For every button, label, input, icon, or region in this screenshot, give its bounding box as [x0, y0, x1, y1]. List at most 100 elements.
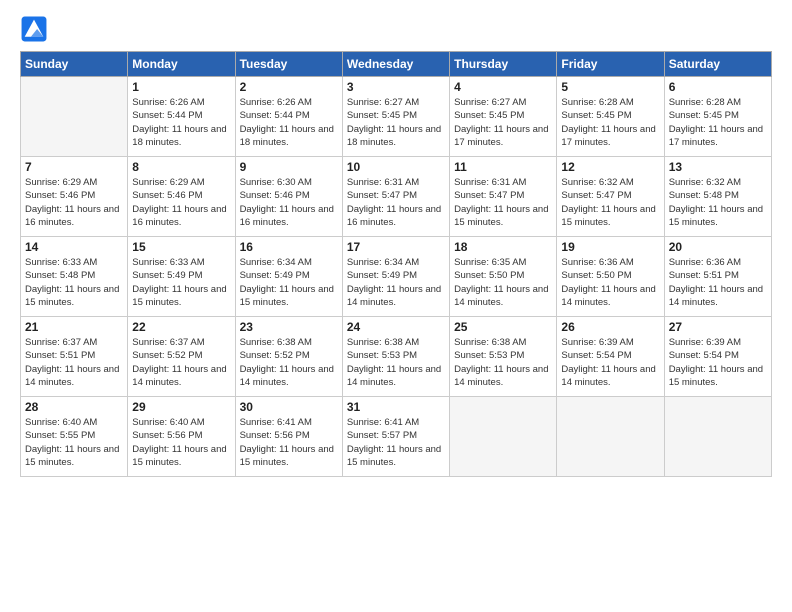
day-number: 2	[240, 80, 338, 94]
calendar-cell: 5Sunrise: 6:28 AMSunset: 5:45 PMDaylight…	[557, 77, 664, 157]
day-number: 9	[240, 160, 338, 174]
cell-text: Sunrise: 6:36 AMSunset: 5:50 PMDaylight:…	[561, 256, 659, 309]
day-number: 31	[347, 400, 445, 414]
cell-text: Sunrise: 6:39 AMSunset: 5:54 PMDaylight:…	[669, 336, 767, 389]
cell-text: Sunrise: 6:32 AMSunset: 5:48 PMDaylight:…	[669, 176, 767, 229]
cell-text: Sunrise: 6:29 AMSunset: 5:46 PMDaylight:…	[132, 176, 230, 229]
calendar-cell: 8 Sunrise: 6:29 AMSunset: 5:46 PMDaylight…	[128, 157, 235, 237]
calendar-cell: 28 Sunrise: 6:40 AMSunset: 5:55 PMDayligh…	[21, 397, 128, 477]
calendar-cell: 4 Sunrise: 6:27 AMSunset: 5:45 PMDaylight…	[450, 77, 557, 157]
day-header: Saturday	[664, 52, 771, 77]
calendar-cell: 19 Sunrise: 6:36 AMSunset: 5:50 PMDayligh…	[557, 237, 664, 317]
calendar-cell: 1Sunrise: 6:26 AMSunset: 5:44 PMDaylight…	[128, 77, 235, 157]
day-number: 8	[132, 160, 230, 174]
cell-text: Sunrise: 6:32 AMSunset: 5:47 PMDaylight:…	[561, 176, 659, 229]
day-number: 17	[347, 240, 445, 254]
calendar: SundayMondayTuesdayWednesdayThursdayFrid…	[20, 51, 772, 477]
calendar-cell: 17 Sunrise: 6:34 AMSunset: 5:49 PMDayligh…	[342, 237, 449, 317]
cell-text: Sunrise: 6:38 AMSunset: 5:53 PMDaylight:…	[347, 336, 445, 389]
calendar-cell: 12 Sunrise: 6:32 AMSunset: 5:47 PMDayligh…	[557, 157, 664, 237]
calendar-cell: 30 Sunrise: 6:41 AMSunset: 5:56 PMDayligh…	[235, 397, 342, 477]
day-number: 19	[561, 240, 659, 254]
cell-text: Sunrise: 6:39 AMSunset: 5:54 PMDaylight:…	[561, 336, 659, 389]
calendar-header-row: SundayMondayTuesdayWednesdayThursdayFrid…	[21, 52, 772, 77]
calendar-cell	[21, 77, 128, 157]
day-number: 14	[25, 240, 123, 254]
day-number: 3	[347, 80, 445, 94]
day-header: Monday	[128, 52, 235, 77]
cell-text: Sunrise: 6:34 AMSunset: 5:49 PMDaylight:…	[347, 256, 445, 309]
calendar-cell: 29 Sunrise: 6:40 AMSunset: 5:56 PMDayligh…	[128, 397, 235, 477]
calendar-cell: 2 Sunrise: 6:26 AMSunset: 5:44 PMDaylight…	[235, 77, 342, 157]
day-number: 15	[132, 240, 230, 254]
calendar-week-row: 21 Sunrise: 6:37 AMSunset: 5:51 PMDayligh…	[21, 317, 772, 397]
calendar-cell: 3Sunrise: 6:27 AMSunset: 5:45 PMDaylight…	[342, 77, 449, 157]
cell-text: Sunrise: 6:35 AMSunset: 5:50 PMDaylight:…	[454, 256, 552, 309]
cell-text: Sunrise: 6:41 AMSunset: 5:57 PMDaylight:…	[347, 416, 445, 469]
page: SundayMondayTuesdayWednesdayThursdayFrid…	[0, 0, 792, 612]
day-header: Thursday	[450, 52, 557, 77]
calendar-cell: 31 Sunrise: 6:41 AMSunset: 5:57 PMDayligh…	[342, 397, 449, 477]
calendar-cell: 20 Sunrise: 6:36 AMSunset: 5:51 PMDayligh…	[664, 237, 771, 317]
calendar-cell: 18 Sunrise: 6:35 AMSunset: 5:50 PMDayligh…	[450, 237, 557, 317]
day-number: 22	[132, 320, 230, 334]
day-number: 11	[454, 160, 552, 174]
day-header: Wednesday	[342, 52, 449, 77]
cell-text: Sunrise: 6:34 AMSunset: 5:49 PMDaylight:…	[240, 256, 338, 309]
cell-text: Sunrise: 6:27 AMSunset: 5:45 PMDaylight:…	[454, 96, 552, 149]
cell-text: Sunrise: 6:40 AMSunset: 5:56 PMDaylight:…	[132, 416, 230, 469]
cell-text: Sunrise: 6:38 AMSunset: 5:52 PMDaylight:…	[240, 336, 338, 389]
calendar-cell: 16 Sunrise: 6:34 AMSunset: 5:49 PMDayligh…	[235, 237, 342, 317]
calendar-cell: 26Sunrise: 6:39 AMSunset: 5:54 PMDayligh…	[557, 317, 664, 397]
calendar-cell: 14Sunrise: 6:33 AMSunset: 5:48 PMDayligh…	[21, 237, 128, 317]
cell-text: Sunrise: 6:38 AMSunset: 5:53 PMDaylight:…	[454, 336, 552, 389]
day-number: 21	[25, 320, 123, 334]
cell-text: Sunrise: 6:26 AMSunset: 5:44 PMDaylight:…	[240, 96, 338, 149]
cell-text: Sunrise: 6:40 AMSunset: 5:55 PMDaylight:…	[25, 416, 123, 469]
day-number: 24	[347, 320, 445, 334]
cell-text: Sunrise: 6:37 AMSunset: 5:51 PMDaylight:…	[25, 336, 123, 389]
calendar-cell: 15 Sunrise: 6:33 AMSunset: 5:49 PMDayligh…	[128, 237, 235, 317]
calendar-cell	[664, 397, 771, 477]
calendar-cell: 24 Sunrise: 6:38 AMSunset: 5:53 PMDayligh…	[342, 317, 449, 397]
cell-text: Sunrise: 6:29 AMSunset: 5:46 PMDaylight:…	[25, 176, 123, 229]
day-number: 27	[669, 320, 767, 334]
day-header: Sunday	[21, 52, 128, 77]
logo	[20, 15, 52, 43]
day-number: 6	[669, 80, 767, 94]
calendar-week-row: 28 Sunrise: 6:40 AMSunset: 5:55 PMDayligh…	[21, 397, 772, 477]
day-header: Tuesday	[235, 52, 342, 77]
calendar-cell: 10Sunrise: 6:31 AMSunset: 5:47 PMDayligh…	[342, 157, 449, 237]
logo-icon	[20, 15, 48, 43]
day-number: 12	[561, 160, 659, 174]
cell-text: Sunrise: 6:33 AMSunset: 5:49 PMDaylight:…	[132, 256, 230, 309]
day-number: 7	[25, 160, 123, 174]
day-number: 4	[454, 80, 552, 94]
calendar-cell: 7 Sunrise: 6:29 AMSunset: 5:46 PMDaylight…	[21, 157, 128, 237]
day-number: 20	[669, 240, 767, 254]
day-number: 25	[454, 320, 552, 334]
calendar-week-row: 14Sunrise: 6:33 AMSunset: 5:48 PMDayligh…	[21, 237, 772, 317]
day-number: 18	[454, 240, 552, 254]
cell-text: Sunrise: 6:31 AMSunset: 5:47 PMDaylight:…	[454, 176, 552, 229]
calendar-cell: 25 Sunrise: 6:38 AMSunset: 5:53 PMDayligh…	[450, 317, 557, 397]
day-header: Friday	[557, 52, 664, 77]
day-number: 28	[25, 400, 123, 414]
cell-text: Sunrise: 6:30 AMSunset: 5:46 PMDaylight:…	[240, 176, 338, 229]
day-number: 1	[132, 80, 230, 94]
cell-text: Sunrise: 6:28 AMSunset: 5:45 PMDaylight:…	[561, 96, 659, 149]
cell-text: Sunrise: 6:31 AMSunset: 5:47 PMDaylight:…	[347, 176, 445, 229]
calendar-week-row: 1 Sunrise: 6:26 AMSunset: 5:44 PMDaylight…	[21, 77, 772, 157]
calendar-cell: 23Sunrise: 6:38 AMSunset: 5:52 PMDayligh…	[235, 317, 342, 397]
day-number: 30	[240, 400, 338, 414]
calendar-cell: 11 Sunrise: 6:31 AMSunset: 5:47 PMDayligh…	[450, 157, 557, 237]
day-number: 16	[240, 240, 338, 254]
header	[20, 15, 772, 43]
calendar-week-row: 7 Sunrise: 6:29 AMSunset: 5:46 PMDaylight…	[21, 157, 772, 237]
calendar-cell	[450, 397, 557, 477]
cell-text: Sunrise: 6:36 AMSunset: 5:51 PMDaylight:…	[669, 256, 767, 309]
day-number: 29	[132, 400, 230, 414]
cell-text: Sunrise: 6:41 AMSunset: 5:56 PMDaylight:…	[240, 416, 338, 469]
calendar-cell: 22Sunrise: 6:37 AMSunset: 5:52 PMDayligh…	[128, 317, 235, 397]
calendar-cell: 21 Sunrise: 6:37 AMSunset: 5:51 PMDayligh…	[21, 317, 128, 397]
